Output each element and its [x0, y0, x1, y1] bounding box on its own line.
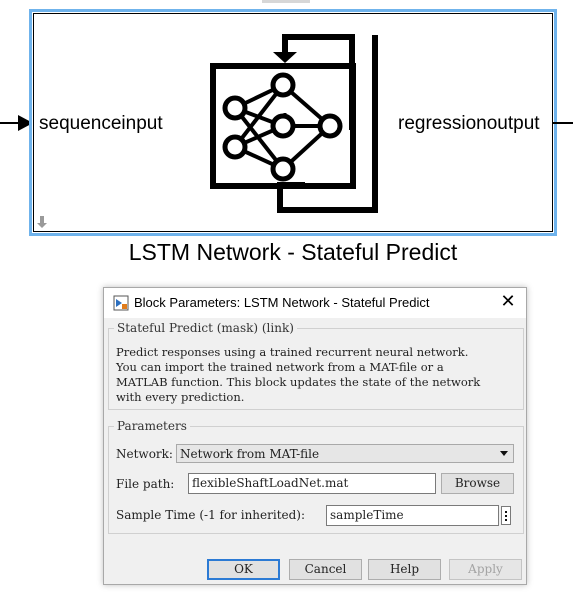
look-under-mask-icon[interactable]	[36, 216, 48, 230]
dialog-title: Block Parameters: LSTM Network - Statefu…	[134, 295, 430, 310]
description-line: Predict responses using a trained recurr…	[116, 345, 469, 359]
apply-button[interactable]: Apply	[449, 559, 522, 580]
neural-network-icon	[210, 34, 378, 213]
description-line: MATLAB function. This block updates the …	[116, 375, 481, 389]
output-signal-line	[553, 122, 573, 124]
simulink-block-icon	[113, 295, 129, 311]
filepath-input[interactable]: flexibleShaftLoadNet.mat	[188, 473, 436, 494]
input-signal-line	[0, 122, 20, 124]
input-port-label: sequenceinput	[39, 113, 163, 134]
close-icon[interactable]: ✕	[498, 292, 518, 312]
sampletime-input[interactable]: sampleTime	[326, 505, 499, 526]
block-top-tab	[262, 0, 310, 3]
cancel-button[interactable]: Cancel	[289, 559, 362, 580]
mask-header[interactable]: Stateful Predict (mask) (link)	[114, 321, 297, 335]
browse-button[interactable]: Browse	[441, 473, 514, 494]
output-port-label: regressionoutput	[398, 113, 540, 134]
help-button[interactable]: Help	[368, 559, 441, 580]
sampletime-input-value: sampleTime	[330, 508, 404, 522]
mask-description: Predict responses using a trained recurr…	[116, 345, 521, 405]
sampletime-label: Sample Time (-1 for inherited):	[116, 508, 306, 522]
network-dropdown-value: Network from MAT-file	[180, 447, 320, 461]
network-dropdown[interactable]: Network from MAT-file	[176, 444, 514, 463]
parameters-header: Parameters	[114, 419, 190, 433]
block-parameters-dialog: Block Parameters: LSTM Network - Statefu…	[103, 287, 527, 585]
chevron-down-icon	[500, 451, 508, 456]
dialog-titlebar[interactable]: Block Parameters: LSTM Network - Statefu…	[104, 288, 526, 318]
filepath-input-value: flexibleShaftLoadNet.mat	[192, 476, 349, 490]
filepath-label: File path:	[116, 477, 175, 491]
network-label: Network:	[116, 447, 173, 461]
description-line: with every prediction.	[116, 390, 245, 404]
block-name-label[interactable]: LSTM Network - Stateful Predict	[0, 239, 573, 266]
more-options-icon[interactable]	[501, 506, 511, 525]
description-line: You can import the trained network from …	[116, 360, 444, 374]
ok-button[interactable]: OK	[207, 559, 280, 580]
